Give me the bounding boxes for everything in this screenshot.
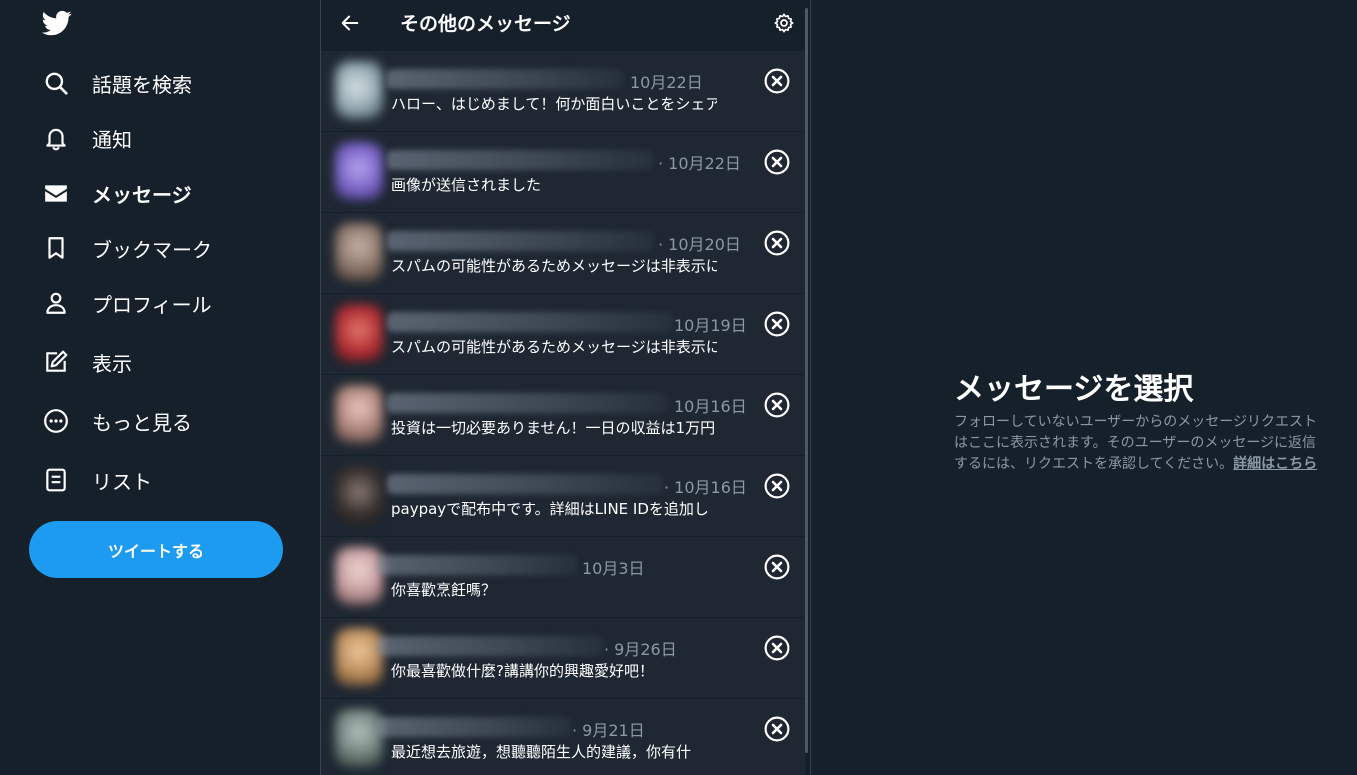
list-item[interactable]: · 9月21日 最近想去旅遊，想聽聽陌生人的建議，你有什 xyxy=(321,699,805,775)
blurred-username xyxy=(377,717,571,737)
message-date: · 10月22日 xyxy=(658,154,741,173)
message-preview: 画像が送信されました xyxy=(391,176,542,194)
avatar xyxy=(335,547,383,605)
message-date: 10月3日 xyxy=(582,559,645,578)
avatar xyxy=(335,466,383,524)
sidebar-item-messages[interactable]: メッセージ xyxy=(30,167,204,219)
sidebar-item-label: プロフィール xyxy=(92,292,212,317)
close-icon[interactable] xyxy=(763,391,791,419)
close-icon[interactable] xyxy=(763,634,791,662)
avatar xyxy=(335,709,383,767)
blurred-username xyxy=(387,231,653,251)
message-request-list: 10月22日 ハロー、はじめまして！何か面白いことをシェアしなが · 10月22… xyxy=(321,51,805,775)
list-item[interactable]: · 9月26日 你最喜歡做什麼?講講你的興趣愛好吧！ xyxy=(321,618,805,699)
message-preview: スパムの可能性があるためメッセージは非表示にな: xyxy=(391,338,717,356)
bell-icon xyxy=(42,124,70,152)
list-item[interactable]: 10月3日 你喜歡烹飪嗎？ xyxy=(321,537,805,618)
sidebar-nav: 話題を検索 通知 メッセージ ブックマーク プロフィール 表示 もっと見る リス… xyxy=(0,0,320,775)
blurred-username xyxy=(387,150,653,170)
message-date: · 9月26日 xyxy=(604,640,677,659)
person-icon xyxy=(42,289,70,317)
blurred-username xyxy=(377,636,603,656)
sidebar-item-explore[interactable]: 話題を検索 xyxy=(30,57,204,109)
message-date: 10月22日 xyxy=(630,73,703,92)
close-icon[interactable] xyxy=(763,715,791,743)
avatar xyxy=(335,61,383,119)
close-icon[interactable] xyxy=(763,310,791,338)
close-icon[interactable] xyxy=(763,67,791,95)
gear-icon[interactable] xyxy=(771,10,797,36)
sidebar-item-lists[interactable]: リスト xyxy=(30,454,164,506)
message-preview: 你喜歡烹飪嗎？ xyxy=(391,581,497,599)
close-icon[interactable] xyxy=(763,148,791,176)
message-date: 10月16日 xyxy=(674,397,747,416)
empty-state-description: フォローしていないユーザーからのメッセージリクエストはここに表示されます。そのユ… xyxy=(954,412,1319,475)
message-date: · 10月16日 xyxy=(664,478,747,497)
avatar xyxy=(335,223,383,281)
learn-more-link[interactable]: 詳細はこちら xyxy=(1233,456,1317,472)
close-icon[interactable] xyxy=(763,472,791,500)
sidebar-item-label: 話題を検索 xyxy=(92,72,192,97)
blurred-username xyxy=(387,312,673,332)
message-requests-panel: その他のメッセージ 10月22日 ハロー、はじめまして！何か面白いことをシェアし… xyxy=(320,0,811,775)
sidebar-item-notifications[interactable]: 通知 xyxy=(30,112,144,164)
avatar xyxy=(335,385,383,443)
message-date: · 10月20日 xyxy=(658,235,741,254)
bookmark-icon xyxy=(42,234,70,262)
sidebar-item-label: ブックマーク xyxy=(92,237,212,262)
message-preview: スパムの可能性があるためメッセージは非表示にな: xyxy=(391,257,717,275)
scrollbar[interactable] xyxy=(805,8,808,753)
twitter-logo-icon[interactable] xyxy=(40,8,74,38)
tweet-button[interactable]: ツイートする xyxy=(29,521,283,578)
sidebar-item-bookmarks[interactable]: ブックマーク xyxy=(30,222,224,274)
empty-state-title: メッセージを選択 xyxy=(954,372,1194,407)
list-item[interactable]: · 10月22日 画像が送信されました xyxy=(321,132,805,213)
search-icon xyxy=(42,69,70,97)
sidebar-item-more[interactable]: もっと見る xyxy=(30,395,204,447)
sidebar-item-label: もっと見る xyxy=(92,410,192,435)
message-preview: paypayで配布中です。詳細はLINE IDを追加し xyxy=(391,500,709,518)
message-preview: 你最喜歡做什麼?講講你的興趣愛好吧！ xyxy=(391,662,654,680)
envelope-icon xyxy=(42,179,70,207)
page-title: その他のメッセージ xyxy=(400,13,571,35)
blurred-username xyxy=(387,69,623,89)
sidebar-item-label: リスト xyxy=(92,469,152,494)
list-icon xyxy=(42,466,70,494)
blurred-username xyxy=(387,474,663,494)
sidebar-item-label: 通知 xyxy=(92,127,132,152)
close-icon[interactable] xyxy=(763,553,791,581)
panel-header: その他のメッセージ xyxy=(321,0,810,47)
blurred-username xyxy=(377,555,577,575)
blurred-username xyxy=(387,393,667,413)
avatar xyxy=(335,304,383,362)
avatar xyxy=(335,142,383,200)
list-item[interactable]: · 10月20日 スパムの可能性があるためメッセージは非表示にな: xyxy=(321,213,805,294)
sidebar-item-display[interactable]: 表示 xyxy=(30,336,144,388)
message-preview: 投資は一切必要ありません！一日の収益は1万円 xyxy=(391,419,716,437)
message-preview: ハロー、はじめまして！何か面白いことをシェアしなが xyxy=(391,95,717,113)
message-detail-panel: メッセージを選択 フォローしていないユーザーからのメッセージリクエストはここに表… xyxy=(811,0,1357,775)
back-arrow-icon[interactable] xyxy=(337,10,363,36)
list-item[interactable]: · 10月16日 paypayで配布中です。詳細はLINE IDを追加し xyxy=(321,456,805,537)
list-item[interactable]: 10月19日 スパムの可能性があるためメッセージは非表示にな: xyxy=(321,294,805,375)
avatar xyxy=(335,628,383,686)
edit-icon xyxy=(42,348,70,376)
message-date: 10月19日 xyxy=(674,316,747,335)
list-item[interactable]: 10月16日 投資は一切必要ありません！一日の収益は1万円 xyxy=(321,375,805,456)
sidebar-item-profile[interactable]: プロフィール xyxy=(30,277,224,329)
sidebar-item-label: メッセージ xyxy=(92,182,192,207)
message-date: · 9月21日 xyxy=(572,721,645,740)
more-icon xyxy=(42,407,70,435)
list-item[interactable]: 10月22日 ハロー、はじめまして！何か面白いことをシェアしなが xyxy=(321,51,805,132)
sidebar-item-label: 表示 xyxy=(92,351,132,376)
message-preview: 最近想去旅遊，想聽聽陌生人的建議，你有什 xyxy=(391,743,692,761)
close-icon[interactable] xyxy=(763,229,791,257)
